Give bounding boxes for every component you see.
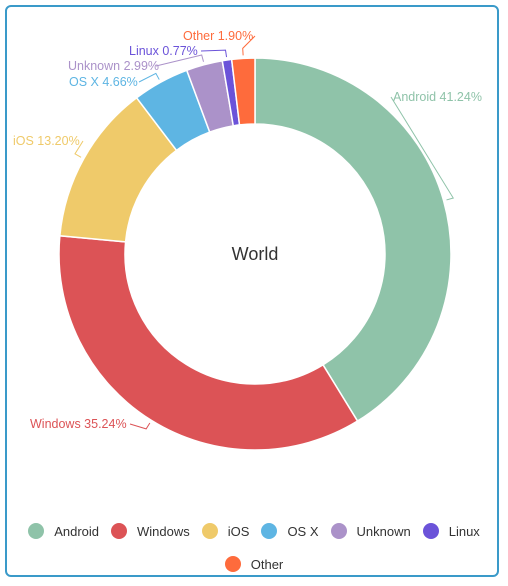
connector-linux [200, 49, 228, 58]
legend-label: Windows [137, 523, 190, 539]
legend-label: Other [250, 556, 284, 572]
legend-marker-icon [224, 556, 241, 572]
data-label-ios: iOS 13.20% [13, 134, 80, 148]
legend-item-os-x[interactable]: OS X [261, 523, 319, 539]
data-label-other: Other 1.90% [183, 29, 253, 43]
legend-marker-icon [261, 523, 278, 539]
legend-marker-icon [28, 523, 45, 539]
legend-marker-icon [330, 523, 347, 539]
legend-marker-icon [422, 523, 439, 539]
legend-item-other[interactable]: Other [224, 556, 284, 572]
data-label-windows: Windows 35.24% [30, 417, 127, 431]
legend-row: Other [0, 553, 508, 575]
legend-label: OS X [287, 523, 319, 539]
legend-row: Android Windows iOS OS X Unknown Linux [0, 520, 508, 542]
donut-chart: Android 41.24% Windows 35.24% iOS 13.20% OS… [13, 29, 482, 451]
data-label-os-x: OS X 4.66% [69, 75, 138, 89]
legend-label: iOS [227, 523, 250, 539]
connector-os-x [138, 72, 160, 83]
legend-label: Linux [448, 523, 480, 539]
connector-windows [129, 422, 151, 430]
legend-item-android[interactable]: Android [28, 523, 99, 539]
legend-item-linux[interactable]: Linux [422, 523, 480, 539]
legend-label: Unknown [356, 523, 411, 539]
legend-marker-icon [111, 523, 128, 539]
legend-label: Android [54, 523, 100, 539]
legend-item-unknown[interactable]: Unknown [330, 523, 411, 539]
data-label-linux: Linux 0.77% [129, 44, 198, 58]
chart-title: World [232, 244, 279, 264]
data-label-unknown: Unknown 2.99% [68, 59, 159, 73]
legend: Android Windows iOS OS X Unknown Linux Other [0, 520, 508, 586]
legend-marker-icon [201, 523, 218, 539]
slice-android[interactable] [254, 57, 452, 423]
legend-item-ios[interactable]: iOS [201, 523, 250, 539]
data-label-android: Android 41.24% [393, 90, 482, 104]
legend-item-windows[interactable]: Windows [111, 523, 190, 539]
